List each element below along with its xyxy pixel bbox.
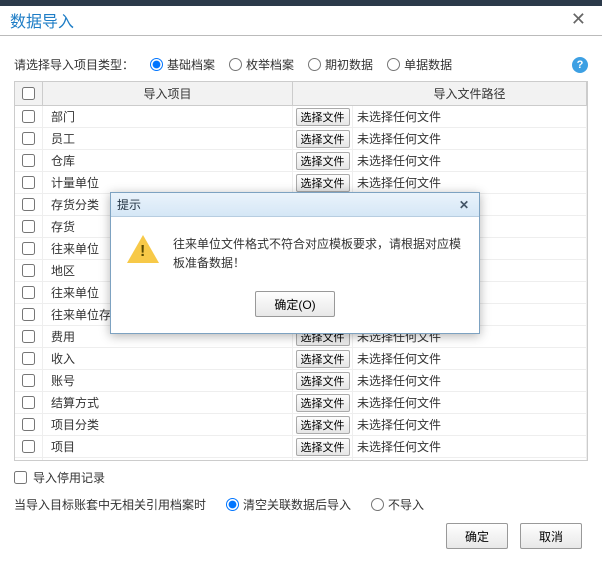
warning-icon — [127, 235, 159, 267]
titlebar-top-strip — [0, 0, 602, 6]
modal-message: 往来单位文件格式不符合对应模板要求，请根据对应模板准备数据！ — [173, 235, 463, 273]
alert-modal: 提示 ✕ 往来单位文件格式不符合对应模板要求，请根据对应模板准备数据！ 确定(O… — [110, 192, 480, 334]
modal-mask: 提示 ✕ 往来单位文件格式不符合对应模板要求，请根据对应模板准备数据！ 确定(O… — [0, 36, 602, 575]
close-icon[interactable]: ✕ — [565, 5, 592, 34]
modal-titlebar: 提示 ✕ — [111, 193, 479, 217]
modal-body: 往来单位文件格式不符合对应模板要求，请根据对应模板准备数据！ — [111, 217, 479, 285]
titlebar: 数据导入 ✕ — [0, 0, 602, 36]
modal-close-icon[interactable]: ✕ — [455, 198, 473, 212]
modal-footer: 确定(O) — [111, 285, 479, 333]
dialog-title: 数据导入 — [10, 8, 565, 32]
modal-title-text: 提示 — [117, 196, 455, 213]
modal-ok-button[interactable]: 确定(O) — [255, 291, 335, 317]
